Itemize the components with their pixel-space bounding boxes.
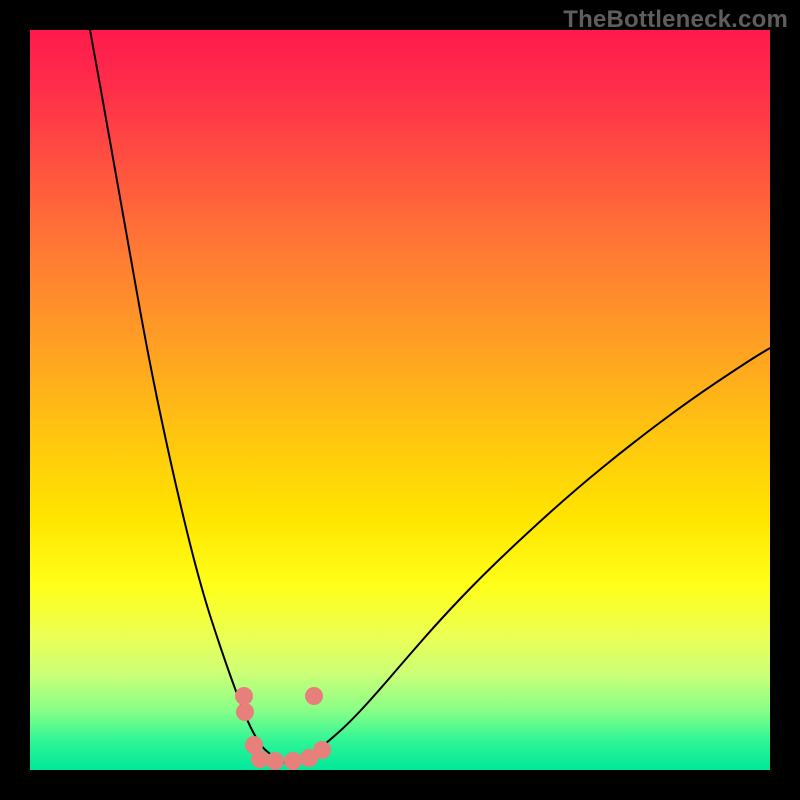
chart-frame: TheBottleneck.com — [0, 0, 800, 800]
marker-dot — [284, 752, 302, 770]
marker-dot — [236, 703, 254, 721]
marker-dot — [235, 687, 253, 705]
marker-dot — [305, 687, 323, 705]
plot-area — [30, 30, 770, 770]
marker-dot — [313, 741, 331, 759]
bottom-marker-dots — [235, 687, 331, 770]
curves-svg — [30, 30, 770, 770]
right-curve — [290, 348, 770, 764]
left-curve — [90, 30, 290, 764]
marker-dot — [266, 752, 284, 770]
